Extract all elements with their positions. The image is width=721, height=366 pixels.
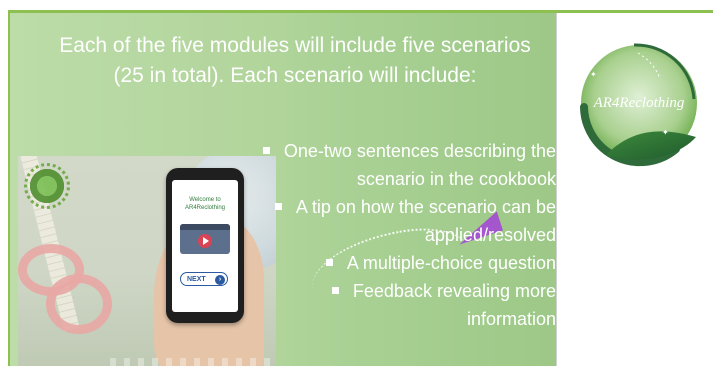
welcome-line-1: Welcome to xyxy=(189,197,221,203)
bullet-text: A tip on how the scenario can be applied… xyxy=(295,197,556,245)
sparkle-icon: ✦ xyxy=(590,70,597,79)
bullet-item: Feedback revealing more information xyxy=(252,277,556,333)
mini-logo-icon xyxy=(24,163,70,209)
next-label: NEXT xyxy=(187,276,206,283)
video-player-bar xyxy=(180,224,230,230)
bullet-text: One-two sentences describing the scenari… xyxy=(283,141,556,189)
next-button: NEXT › xyxy=(180,272,228,286)
play-icon xyxy=(198,234,212,248)
video-player xyxy=(180,224,230,254)
square-bullet-icon xyxy=(274,202,282,210)
ar4reclothing-logo: ✦ ✦ AR4Reclothing xyxy=(580,43,697,167)
bullet-item: A tip on how the scenario can be applied… xyxy=(252,193,556,249)
scenario-bullet-list: One-two sentences describing the scenari… xyxy=(252,137,556,333)
smartphone: Welcome to AR4Reclothing NEXT › xyxy=(166,168,244,323)
square-bullet-icon xyxy=(331,286,339,294)
logo-text: AR4Reclothing xyxy=(593,95,685,111)
chevron-right-icon: › xyxy=(215,274,225,285)
sparkle-icon: ✦ xyxy=(662,128,669,137)
square-bullet-icon xyxy=(262,146,270,154)
welcome-line-2: AR4Reclothing xyxy=(184,205,226,211)
slide: Welcome to AR4Reclothing NEXT › Each of xyxy=(0,0,721,366)
phone-screen: Welcome to AR4Reclothing NEXT › xyxy=(172,180,238,312)
bullet-text: A multiple-choice question xyxy=(346,253,556,273)
bullet-text: Feedback revealing more information xyxy=(352,281,556,329)
welcome-text: Welcome to AR4Reclothing xyxy=(172,196,238,212)
scissors-handle-decoration xyxy=(46,274,112,334)
panel-divider xyxy=(556,13,557,366)
content-panel: Welcome to AR4Reclothing NEXT › Each of xyxy=(10,13,556,366)
square-bullet-icon xyxy=(325,258,333,266)
bullet-item: A multiple-choice question xyxy=(252,249,556,277)
faint-decoration xyxy=(110,358,270,366)
slide-heading: Each of the five modules will include fi… xyxy=(59,34,531,87)
bullet-item: One-two sentences describing the scenari… xyxy=(252,137,556,193)
